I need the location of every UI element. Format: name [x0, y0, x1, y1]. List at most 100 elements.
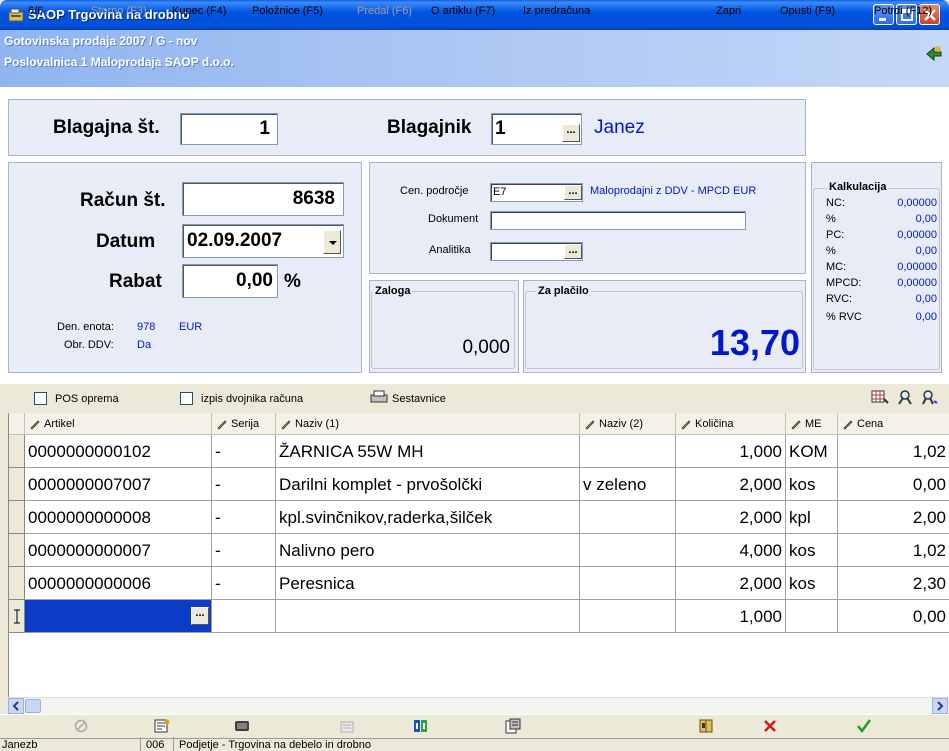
- kalkulacija-row-value: 0,00000: [897, 229, 937, 241]
- blagajnik-lookup-button[interactable]: ...: [562, 124, 580, 142]
- items-grid[interactable]: Artikel Serija Naziv (1) Naziv (2) Količina M…: [8, 413, 949, 709]
- grid-cell-serija[interactable]: [212, 600, 276, 633]
- predal-button[interactable]: Predal (F6): [357, 5, 412, 17]
- column-header-label: Naziv (2): [599, 418, 644, 430]
- racun-label: Račun št.: [80, 190, 166, 211]
- grid-cell-naziv2[interactable]: [580, 567, 676, 600]
- rabat-field[interactable]: 0,00: [182, 264, 278, 298]
- grid-cell-artikel[interactable]: 0000000000008: [25, 501, 212, 534]
- column-header-me[interactable]: ME: [786, 413, 838, 435]
- grid-cell-serija[interactable]: -: [212, 534, 276, 567]
- horizontal-scrollbar[interactable]: [8, 697, 949, 714]
- pos-oprema-checkbox[interactable]: [34, 392, 47, 405]
- grid-cell-me[interactable]: [786, 600, 838, 633]
- kalkulacija-row-label: NC:: [826, 197, 845, 209]
- row-selector[interactable]: [9, 567, 25, 600]
- poloznice-button[interactable]: Položnice (F5): [252, 5, 323, 17]
- sestavnice-button[interactable]: Sestavnice: [392, 393, 446, 405]
- grid-cell-naziv2[interactable]: [580, 435, 676, 468]
- grid-cell-artikel[interactable]: 0000000000102: [25, 435, 212, 468]
- kalkulacija-row-label: %: [826, 245, 836, 257]
- datum-dropdown-button[interactable]: [323, 230, 341, 254]
- printer-icon[interactable]: [370, 390, 388, 404]
- opusti-button[interactable]: Opusti (F9): [780, 5, 835, 17]
- row-selector[interactable]: [9, 600, 25, 633]
- column-header-artikel[interactable]: Artikel: [25, 413, 212, 435]
- grid-cell-cena[interactable]: 1,02: [838, 435, 949, 468]
- grid-cell-serija[interactable]: -: [212, 501, 276, 534]
- grid-cell-naziv1[interactable]: Peresnica: [276, 567, 580, 600]
- grid-cell-kolicina[interactable]: 2,000: [676, 501, 786, 534]
- grid-cell-naziv1[interactable]: Nalivno pero: [276, 534, 580, 567]
- potrdi-button[interactable]: Potrdi (F12): [874, 5, 932, 17]
- exit-door-icon[interactable]: [924, 44, 944, 64]
- column-header-kolicina[interactable]: Količina: [676, 413, 786, 435]
- grid-cell-serija[interactable]: -: [212, 468, 276, 501]
- column-header-naziv1[interactable]: Naziv (1): [276, 413, 580, 435]
- grid-cell-naziv2[interactable]: [580, 600, 676, 633]
- obr-ddv-label: Obr. DDV:: [64, 339, 114, 351]
- grid-cell-artikel[interactable]: 0000000007007: [25, 468, 212, 501]
- grid-cell-serija[interactable]: -: [212, 567, 276, 600]
- artikel-lookup-button[interactable]: ...: [191, 607, 209, 625]
- izpis-dvojnika-checkbox[interactable]: [180, 392, 193, 405]
- kupec-button[interactable]: Kupec (F4): [172, 5, 226, 17]
- kalkulacija-row-label: %: [826, 213, 836, 225]
- pencil-icon: [585, 420, 595, 430]
- table-view-icon[interactable]: [871, 389, 889, 405]
- grid-cell-naziv2[interactable]: [580, 534, 676, 567]
- pencil-icon: [30, 420, 40, 430]
- grid-cell-cena[interactable]: 2,30: [838, 567, 949, 600]
- row-selector[interactable]: [9, 534, 25, 567]
- grid-cell-artikel[interactable]: 0000000000007: [25, 534, 212, 567]
- column-header-naziv2[interactable]: Naziv (2): [580, 413, 676, 435]
- grid-cell-me[interactable]: kos: [786, 468, 838, 501]
- grid-cell-cena[interactable]: 1,02: [838, 534, 949, 567]
- find-next-icon[interactable]: [920, 389, 938, 405]
- racun-field[interactable]: 8638: [182, 182, 344, 216]
- storno-button[interactable]: Storno (F3): [91, 5, 147, 17]
- column-header-serija[interactable]: Serija: [212, 413, 276, 435]
- grid-cell-me[interactable]: kos: [786, 534, 838, 567]
- column-header-label: Artikel: [44, 418, 75, 430]
- grid-cell-kolicina[interactable]: 1,000: [676, 600, 786, 633]
- grid-cell-artikel[interactable]: 0000000000006: [25, 567, 212, 600]
- o-artiklu-button[interactable]: O artiklu (F7): [431, 5, 495, 17]
- grid-cell-naziv2[interactable]: [580, 501, 676, 534]
- iz-predracuna-button[interactable]: Iz predračuna: [523, 5, 590, 17]
- scroll-left-button[interactable]: [8, 698, 24, 714]
- grid-cell-kolicina[interactable]: 4,000: [676, 534, 786, 567]
- column-header-cena[interactable]: Cena: [838, 413, 949, 435]
- grid-cell-naziv1[interactable]: [276, 600, 580, 633]
- datum-field[interactable]: 02.09.2007: [182, 224, 344, 258]
- zapri-button[interactable]: Zapri: [716, 5, 741, 17]
- analitika-lookup-button[interactable]: ...: [564, 244, 582, 259]
- grid-cell-me[interactable]: kpl: [786, 501, 838, 534]
- grid-cell-cena[interactable]: 0,00: [838, 600, 949, 633]
- grid-cell-serija[interactable]: -: [212, 435, 276, 468]
- row-selector[interactable]: [9, 468, 25, 501]
- find-icon[interactable]: [896, 389, 914, 405]
- grid-cell-me[interactable]: kos: [786, 567, 838, 600]
- dokument-field[interactable]: [490, 211, 746, 230]
- close-book-icon: [699, 719, 713, 733]
- blagajna-field[interactable]: 1: [180, 113, 278, 145]
- grid-cell-kolicina[interactable]: 2,000: [676, 468, 786, 501]
- grid-cell-me[interactable]: KOM: [786, 435, 838, 468]
- grid-cell-naziv2[interactable]: v zeleno: [580, 468, 676, 501]
- kalkulacija-row-value: 0,00000: [897, 277, 937, 289]
- scroll-thumb[interactable]: [25, 699, 41, 713]
- chevron-down-icon: [329, 241, 337, 245]
- grid-cell-naziv1[interactable]: Darilni komplet - prvošolčki: [276, 468, 580, 501]
- grid-cell-kolicina[interactable]: 2,000: [676, 567, 786, 600]
- row-selector[interactable]: [9, 501, 25, 534]
- grid-cell-cena[interactable]: 0,00: [838, 468, 949, 501]
- grid-cell-naziv1[interactable]: ŽARNICA 55W MH: [276, 435, 580, 468]
- artikel-editor[interactable]: ...: [25, 600, 212, 633]
- grid-cell-naziv1[interactable]: kpl.svinčnikov,raderka,šilček: [276, 501, 580, 534]
- cen-podrocje-lookup-button[interactable]: ...: [564, 185, 582, 200]
- row-selector[interactable]: [9, 435, 25, 468]
- grid-cell-kolicina[interactable]: 1,000: [676, 435, 786, 468]
- scroll-right-button[interactable]: [932, 698, 948, 714]
- grid-cell-cena[interactable]: 2,00: [838, 501, 949, 534]
